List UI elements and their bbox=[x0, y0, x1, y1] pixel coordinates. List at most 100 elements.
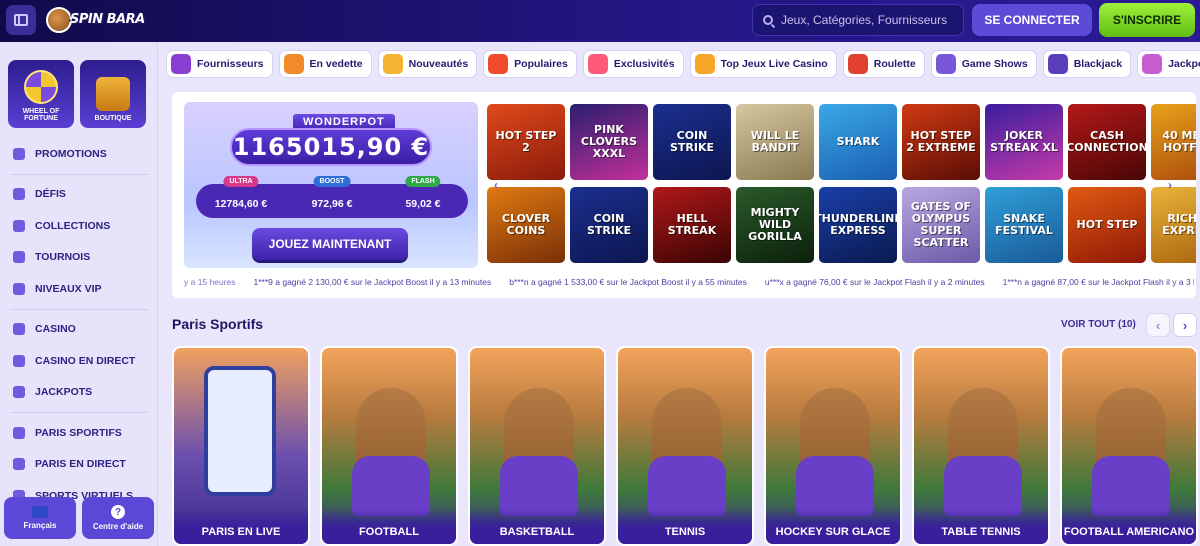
game-tile[interactable]: JOKER STREAK XL bbox=[985, 104, 1063, 180]
sport-card[interactable]: HOCKEY SUR GLACE bbox=[764, 346, 902, 546]
jackpot-ultra: ULTRA 12784,60 € bbox=[196, 176, 286, 218]
divider bbox=[10, 412, 148, 413]
chevron-right-icon: › bbox=[1182, 317, 1188, 333]
sport-card[interactable]: FOOTBALL bbox=[320, 346, 458, 546]
sport-card[interactable]: FOOTBALL AMERICANO bbox=[1060, 346, 1198, 546]
sport-card[interactable]: TENNIS bbox=[616, 346, 754, 546]
game-grid: HOT STEP 2 PINK CLOVERS XXXL COIN STRIKE WI… bbox=[487, 104, 1196, 264]
top-bar: SPIN BARA Jeux, Catégories, Fournisseurs… bbox=[0, 0, 1200, 42]
jersey-illustration bbox=[1092, 456, 1170, 516]
trophy-icon bbox=[13, 251, 25, 264]
sport-card-label: HOCKEY SUR GLACE bbox=[766, 508, 900, 544]
category-chip[interactable]: Fournisseurs bbox=[166, 50, 273, 78]
sidebar-item-label: CASINO bbox=[35, 323, 76, 336]
jackpot-icon bbox=[13, 386, 25, 399]
boutique-tile[interactable]: BOUTIQUE bbox=[80, 60, 146, 128]
category-chip[interactable]: Exclusivités bbox=[582, 50, 684, 78]
category-chip[interactable]: Top Jeux Live Casino bbox=[689, 50, 837, 78]
sidebar-item-casino-en-direct[interactable]: CASINO EN DIRECT bbox=[0, 345, 158, 377]
signup-button[interactable]: S'INSCRIRE bbox=[1099, 3, 1195, 37]
category-label: Top Jeux Live Casino bbox=[720, 58, 828, 70]
wheel-of-fortune-tile[interactable]: WHEEL OF FORTUNE bbox=[8, 60, 74, 128]
game-tile[interactable]: RICHES EXPRESS bbox=[1151, 187, 1196, 263]
game-tile[interactable]: HELL STREAK bbox=[653, 187, 731, 263]
game-tile[interactable]: COIN STRIKE bbox=[570, 187, 648, 263]
category-chip[interactable]: En vedette bbox=[278, 50, 372, 78]
sidebar-footer: Français ? Centre d'aide bbox=[4, 497, 154, 539]
search-input[interactable]: Jeux, Catégories, Fournisseurs bbox=[752, 4, 964, 36]
game-tile[interactable]: MIGHTY WILD GORILLA bbox=[736, 187, 814, 263]
game-tile[interactable]: 40 MEGA HOTFIRE bbox=[1151, 104, 1196, 180]
category-chip[interactable]: Game Shows bbox=[930, 50, 1037, 78]
game-tile[interactable]: WILL LE BANDIT bbox=[736, 104, 814, 180]
cards-icon bbox=[13, 219, 25, 232]
wonderpot-banner: WONDERPOT 1165015,90 € ULTRA 12784,60 € … bbox=[184, 102, 478, 268]
play-now-button[interactable]: JOUEZ MAINTENANT bbox=[252, 228, 408, 260]
category-chip[interactable]: Populaires bbox=[483, 50, 577, 78]
sport-card[interactable]: PARIS EN LIVE bbox=[172, 346, 310, 546]
sidebar-nav: PROMOTIONS DÉFIS COLLECTIONS TOURNOIS NI… bbox=[0, 138, 158, 512]
see-all-link[interactable]: VOIR TOUT (10) bbox=[1061, 319, 1136, 330]
sidebar-item-promotions[interactable]: PROMOTIONS bbox=[0, 138, 158, 170]
category-chip[interactable]: Nouveautés bbox=[377, 50, 478, 78]
winners-ticker: y a 15 heures 1***9 a gagné 2 130,00 € su… bbox=[184, 277, 1194, 291]
sport-card[interactable]: BASKETBALL bbox=[468, 346, 606, 546]
game-tile[interactable]: COIN STRIKE bbox=[653, 104, 731, 180]
sport-card[interactable]: TABLE TENNIS bbox=[912, 346, 1050, 546]
sidebar-item-label: JACKPOTS bbox=[35, 386, 93, 399]
chevron-right-icon[interactable]: › bbox=[1168, 178, 1172, 192]
sidebar-item-paris-en-direct[interactable]: PARIS EN DIRECT bbox=[0, 449, 158, 481]
sidebar-item-defis[interactable]: DÉFIS bbox=[0, 179, 158, 211]
category-icon bbox=[847, 54, 868, 74]
logo-text: SPIN BARA bbox=[70, 12, 145, 27]
logo[interactable]: SPIN BARA bbox=[46, 4, 145, 36]
category-icon bbox=[935, 54, 956, 74]
game-tile[interactable]: HOT STEP bbox=[1068, 187, 1146, 263]
help-icon: ? bbox=[111, 505, 125, 519]
game-tile[interactable]: HOT STEP 2 EXTREME bbox=[902, 104, 980, 180]
sidebar-icon bbox=[14, 14, 28, 26]
game-tile[interactable]: SNAKE FESTIVAL bbox=[985, 187, 1063, 263]
sidebar-item-jackpots[interactable]: JACKPOTS bbox=[0, 377, 158, 409]
sidebar-item-label: PARIS EN DIRECT bbox=[35, 458, 126, 471]
category-chip[interactable]: Roulette bbox=[842, 50, 925, 78]
sidebar-item-label: PARIS SPORTIFS bbox=[35, 426, 122, 439]
sport-card-label: TABLE TENNIS bbox=[914, 508, 1048, 544]
category-label: Roulette bbox=[873, 58, 916, 70]
login-button[interactable]: SE CONNECTER bbox=[972, 4, 1092, 36]
carousel-next-button[interactable]: › bbox=[1173, 313, 1197, 337]
category-icon bbox=[283, 54, 304, 74]
sidebar-toggle-button[interactable] bbox=[6, 5, 36, 35]
sidebar-item-label: CASINO EN DIRECT bbox=[35, 354, 136, 367]
carousel-prev-button[interactable]: ‹ bbox=[1146, 313, 1170, 337]
sport-card-label: FOOTBALL bbox=[322, 508, 456, 544]
sidebar-item-niveaux-vip[interactable]: NIVEAUX VIP bbox=[0, 273, 158, 305]
game-tile[interactable]: PINK CLOVERS XXXL bbox=[570, 104, 648, 180]
game-tile[interactable]: GATES OF OLYMPUS SUPER SCATTER bbox=[902, 187, 980, 263]
shopping-bag-icon bbox=[96, 77, 130, 111]
jersey-illustration bbox=[944, 456, 1022, 516]
game-tile[interactable]: THUNDERLINE EXPRESS bbox=[819, 187, 897, 263]
jersey-illustration bbox=[648, 456, 726, 516]
sidebar-item-tournois[interactable]: TOURNOIS bbox=[0, 242, 158, 274]
game-tile[interactable]: HOT STEP 2 bbox=[487, 104, 565, 180]
category-chip[interactable]: Jackpots Hot bbox=[1137, 50, 1200, 78]
sidebar-item-paris-sportifs[interactable]: PARIS SPORTIFS bbox=[0, 417, 158, 449]
game-tile[interactable]: CASH CONNECTION bbox=[1068, 104, 1146, 180]
chevron-left-icon[interactable]: ‹ bbox=[494, 178, 498, 192]
category-label: En vedette bbox=[309, 58, 363, 70]
game-tile[interactable]: CLOVER COINS bbox=[487, 187, 565, 263]
ticker-item: 1***9 a gagné 2 130,00 € sur le Jackpot … bbox=[253, 277, 492, 287]
sidebar-item-casino[interactable]: CASINO bbox=[0, 314, 158, 346]
sidebar-item-collections[interactable]: COLLECTIONS bbox=[0, 210, 158, 242]
category-label: Blackjack bbox=[1073, 58, 1123, 70]
category-label: Game Shows bbox=[961, 58, 1028, 70]
category-label: Populaires bbox=[514, 58, 568, 70]
jackpot-ultra-value: 12784,60 € bbox=[214, 198, 268, 210]
jackpot-boost: BOOST 972,96 € bbox=[287, 176, 377, 218]
help-center-button[interactable]: ? Centre d'aide bbox=[82, 497, 154, 539]
category-chip[interactable]: Blackjack bbox=[1042, 50, 1132, 78]
target-icon bbox=[13, 188, 25, 201]
language-button[interactable]: Français bbox=[4, 497, 76, 539]
game-tile[interactable]: SHARK bbox=[819, 104, 897, 180]
